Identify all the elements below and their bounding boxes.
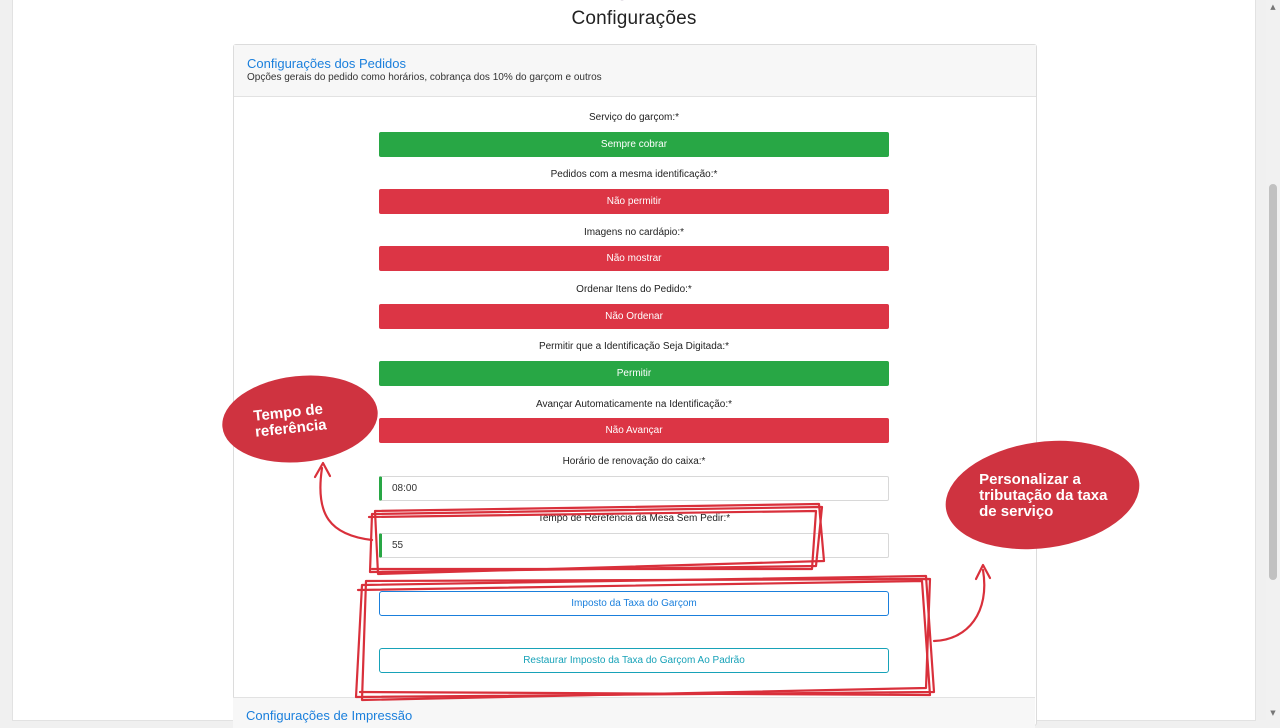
scroll-down-icon[interactable]: ▼ (1268, 708, 1278, 718)
scroll-thumb[interactable] (1269, 184, 1277, 580)
waiter-service-label: Serviço do garçom:* (588, 112, 680, 123)
orders-card-title: Configurações dos Pedidos (247, 56, 406, 71)
table-reference-time-label: Tempo de Rerefência da Mesa Sem Pedir:* (537, 513, 731, 524)
orders-card-subtitle: Opções gerais do pedido como horários, c… (247, 72, 602, 83)
sort-items-label: Ordenar Itens do Pedido:* (576, 284, 692, 295)
service-tax-annotation: Personalizar a tributação da taxa de ser… (979, 470, 1108, 520)
waiter-service-toggle[interactable]: Sempre cobrar (379, 132, 889, 157)
print-settings-title[interactable]: Configurações de Impressão (246, 708, 412, 723)
waiter-tax-button[interactable]: Imposto da Taxa do Garçom (379, 591, 889, 616)
auto-advance-label: Avançar Automaticamente na Identificação… (535, 399, 733, 410)
orders-card-header: Configurações dos Pedidos Opções gerais … (234, 45, 1036, 97)
typed-identification-toggle[interactable]: Permitir (379, 361, 889, 386)
cash-renewal-time-input[interactable]: 08:00 (379, 476, 889, 501)
scroll-up-icon[interactable]: ▲ (1268, 2, 1278, 12)
typed-identification-label: Permitir que a Identificação Seja Digita… (538, 341, 730, 352)
same-identification-toggle[interactable]: Não permitir (379, 189, 889, 214)
reference-time-annotation: Tempo de referência (252, 400, 328, 441)
menu-images-toggle[interactable]: Não mostrar (379, 246, 889, 271)
cash-renewal-time-label: Horário de renovação do caixa:* (562, 456, 706, 467)
print-settings-header: Configurações de Impressão (233, 697, 1035, 728)
sort-items-toggle[interactable]: Não Ordenar (379, 304, 889, 329)
menu-images-label: Imagens no cardápio:* (583, 227, 685, 238)
page-title: Configurações (571, 8, 697, 29)
auto-advance-toggle[interactable]: Não Avançar (379, 418, 889, 443)
logo-fragment (620, 0, 624, 1)
vertical-scrollbar[interactable]: ▲ ▼ (1266, 0, 1280, 720)
restore-waiter-tax-button[interactable]: Restaurar Imposto da Taxa do Garçom Ao P… (379, 648, 889, 673)
same-identification-label: Pedidos com a mesma identificação:* (550, 169, 718, 180)
table-reference-time-input[interactable]: 55 (379, 533, 889, 558)
